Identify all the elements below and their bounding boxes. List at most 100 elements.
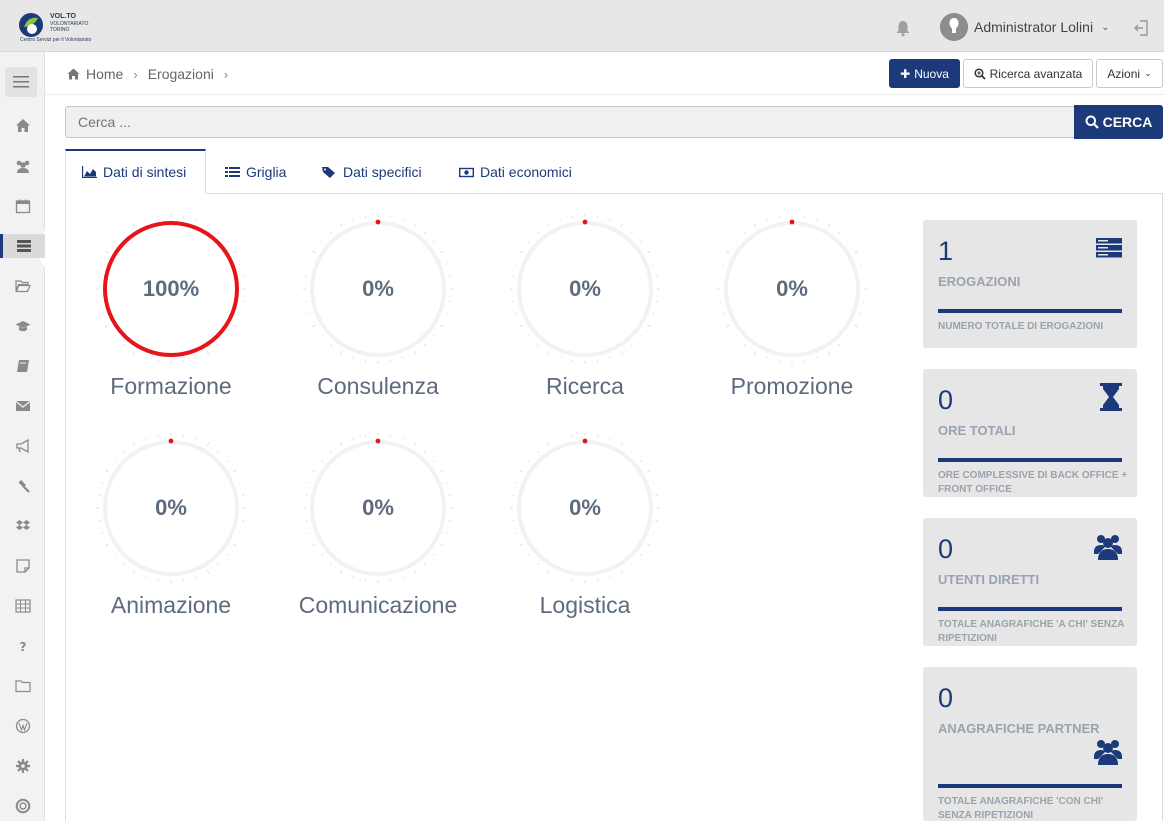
logo-subtitle: VOLONTARIATO TORINO <box>50 21 89 33</box>
menu-toggle-button[interactable] <box>5 67 37 97</box>
tab-dati-economici[interactable]: Dati economici <box>459 149 572 194</box>
user-menu[interactable]: Administrator Lolini ⌄ <box>940 13 1109 41</box>
sidebar-item-gavel[interactable] <box>0 474 45 498</box>
sidebar-item-gear[interactable] <box>0 754 45 778</box>
tab-griglia[interactable]: Griglia <box>225 149 286 194</box>
bullhorn-icon <box>15 438 29 454</box>
user-name: Administrator Lolini <box>974 19 1094 35</box>
tab-content-dati-di-sintesi: 100% Formazione 0% Consulenza 0% Ricerca 0% Pro… <box>65 194 1163 821</box>
search-button-label: CERCA <box>1102 114 1153 130</box>
bell-icon[interactable] <box>894 19 912 37</box>
stat-title: ANAGRAFICHE PARTNER <box>938 721 1100 736</box>
breadcrumb: Home › Erogazioni › <box>67 63 238 85</box>
plus-icon: ✚ <box>900 66 911 81</box>
nuova-button[interactable]: ✚ Nuova <box>889 59 960 88</box>
logout-icon[interactable] <box>1132 18 1152 38</box>
stat-bar <box>938 784 1122 788</box>
search-plus-icon <box>974 67 986 80</box>
note-icon <box>15 559 30 573</box>
sidebar-item-book[interactable] <box>0 354 45 378</box>
tab-label: Dati economici <box>480 163 572 180</box>
stat-title: EROGAZIONI <box>938 274 1021 289</box>
ricerca-avanzata-button[interactable]: Ricerca avanzata <box>963 59 1093 88</box>
users-icon <box>1094 535 1122 560</box>
sidebar-item-note[interactable] <box>0 554 45 578</box>
nuova-label: Nuova <box>914 66 949 81</box>
gauge-logistica: 0% <box>510 433 660 583</box>
area-chart-icon <box>82 166 97 178</box>
breadcrumb-current[interactable]: Erogazioni <box>148 66 214 82</box>
wordpress-icon <box>15 718 30 734</box>
stat-value: 0 <box>938 683 954 713</box>
book-icon <box>16 360 29 372</box>
logo[interactable]: VOL.TO VOLONTARIATO TORINO Centro Serviz… <box>18 10 98 44</box>
breadcrumb-home[interactable]: Home <box>86 66 123 82</box>
sidebar-item-wordpress[interactable] <box>0 714 45 738</box>
sidebar-item-users[interactable] <box>0 154 45 178</box>
stat-card-utenti-diretti: 0 UTENTI DIRETTI TOTALE ANAGRAFICHE 'A C… <box>923 518 1137 646</box>
stat-description: TOTALE ANAGRAFICHE 'CON CHI' SENZA RIPET… <box>938 796 1104 821</box>
breadcrumb-separator: › <box>223 66 229 82</box>
gauge-percentage: 0% <box>155 495 187 520</box>
gauge-percentage: 0% <box>776 276 808 301</box>
sidebar-item-table[interactable] <box>0 594 45 618</box>
lifebuoy-icon <box>15 798 30 814</box>
gauge-label: Formazione <box>110 373 232 399</box>
stat-bar <box>938 458 1122 462</box>
tab-dati-specifici[interactable]: Dati specifici <box>322 149 422 194</box>
gauge-formazione: 100% <box>96 214 246 364</box>
svg-text:?: ? <box>19 640 26 654</box>
users-icon <box>16 160 29 173</box>
gauge-ricerca: 0% <box>510 214 660 364</box>
sidebar-item-question[interactable]: ? <box>0 634 45 658</box>
stat-value: 0 <box>938 534 954 564</box>
stat-value: 1 <box>938 236 954 266</box>
stat-card-ore-totali: 0 ORE TOTALI ORE COMPLESSIVE DI BACK OFF… <box>923 369 1137 497</box>
stat-card-anagrafiche-partner: 0 ANAGRAFICHE PARTNER TOTALE ANAGRAFICHE… <box>923 667 1137 821</box>
sidebar-item-graduation-cap[interactable] <box>0 314 45 338</box>
search-button[interactable]: CERCA <box>1074 105 1163 139</box>
gauge-percentage: 0% <box>362 495 394 520</box>
sidebar-item-calendar[interactable] <box>0 194 45 218</box>
chevron-down-icon: ⌄ <box>1101 21 1110 33</box>
tab-dati-di-sintesi[interactable]: Dati di sintesi <box>65 149 206 194</box>
dropbox-icon <box>15 520 30 530</box>
sidebar-item-home[interactable] <box>0 114 45 138</box>
stat-bar <box>938 607 1122 611</box>
ricerca-avanzata-label: Ricerca avanzata <box>989 66 1083 81</box>
gauge-label: Animazione <box>110 592 232 618</box>
sidebar-item-dropbox[interactable] <box>0 514 45 538</box>
hourglass-icon <box>1100 383 1122 411</box>
gauge-percentage: 100% <box>142 276 200 301</box>
sidebar-item-folder-open[interactable] <box>0 274 45 298</box>
search-icon <box>1085 115 1099 129</box>
home-icon <box>67 68 80 80</box>
sidebar-item-bullhorn[interactable] <box>0 434 45 458</box>
sidebar-item-list[interactable] <box>0 234 45 258</box>
gauge-percentage: 0% <box>362 276 394 301</box>
sidebar: ? <box>0 52 45 821</box>
chevron-down-icon: ⌄ <box>1144 68 1152 78</box>
list-icon <box>17 240 31 252</box>
gauge-label: Promozione <box>730 373 854 399</box>
breadcrumb-separator: › <box>133 66 138 82</box>
sidebar-item-folder[interactable] <box>0 674 45 698</box>
tab-bar: Dati di sintesi Griglia Dati specifici D… <box>65 149 1163 194</box>
sidebar-item-envelope[interactable] <box>0 394 45 418</box>
stat-value: 0 <box>938 385 954 415</box>
gauge-percentage: 0% <box>569 276 601 301</box>
logo-tagline: Centro Servizi per il Volontariato <box>20 37 92 43</box>
top-bar: VOL.TO VOLONTARIATO TORINO Centro Serviz… <box>0 0 1164 52</box>
gauge-consulenza: 0% <box>303 214 453 364</box>
tab-label: Dati specifici <box>343 163 422 180</box>
azioni-label: Azioni <box>1107 66 1141 81</box>
tab-label: Griglia <box>246 163 287 180</box>
azioni-dropdown[interactable]: Azioni ⌄ <box>1096 59 1163 88</box>
logo-mark-icon <box>19 13 43 37</box>
users-icon <box>1094 740 1122 765</box>
divider <box>45 94 1164 95</box>
sidebar-item-lifebuoy[interactable] <box>0 794 45 818</box>
gauge-label: Consulenza <box>317 373 439 399</box>
search-input[interactable] <box>65 106 1074 138</box>
question-icon: ? <box>19 640 26 654</box>
